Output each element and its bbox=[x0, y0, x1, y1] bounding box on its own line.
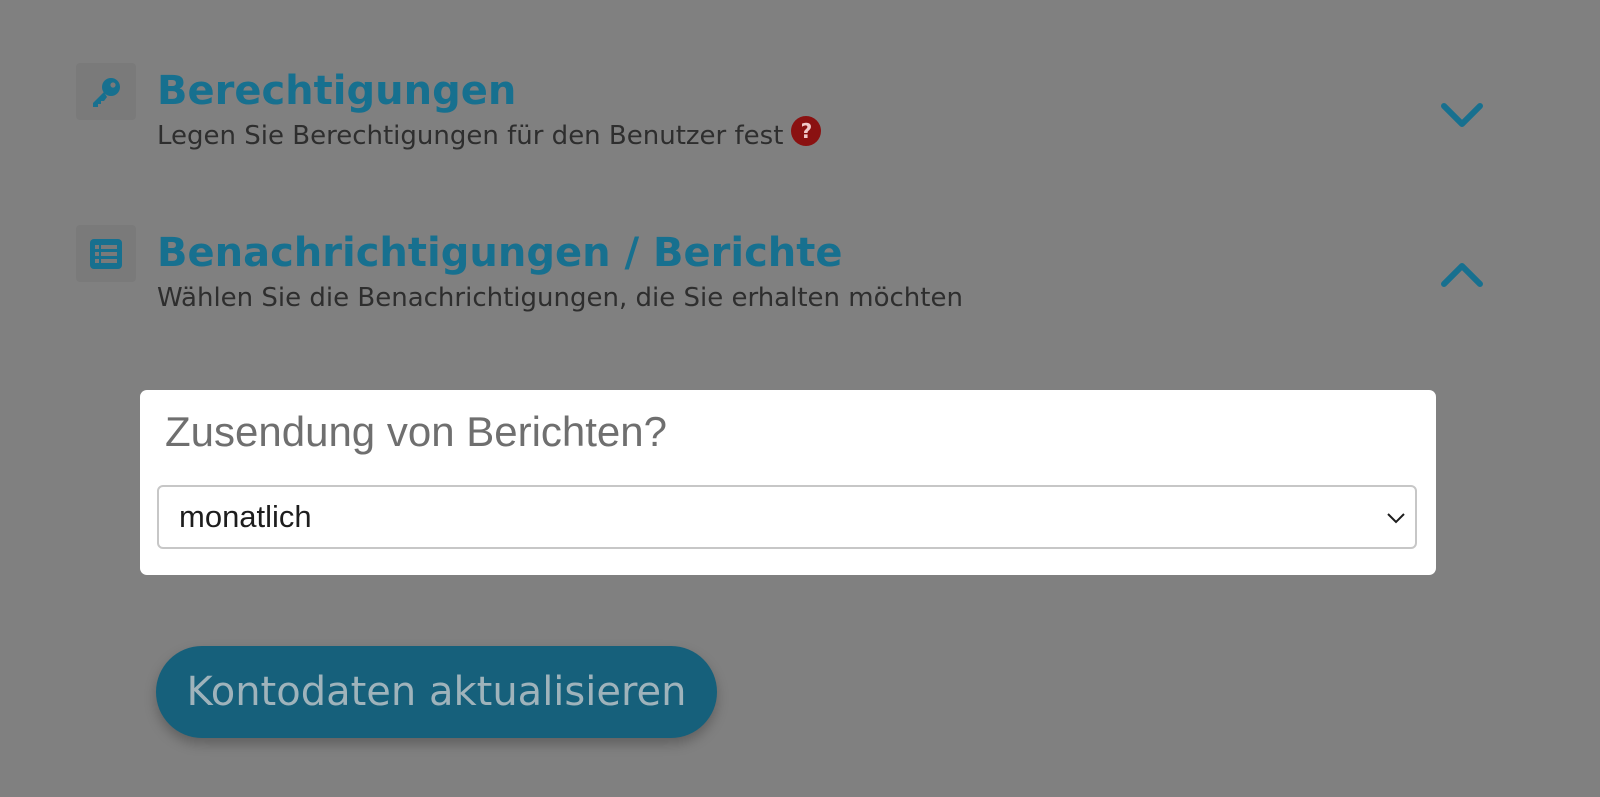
permissions-title: Berechtigungen bbox=[157, 68, 517, 114]
permissions-subtitle: Legen Sie Berechtigungen für den Benutze… bbox=[157, 116, 822, 151]
permissions-subtitle-text: Legen Sie Berechtigungen für den Benutze… bbox=[157, 121, 784, 151]
notifications-section: Benachrichtigungen / Berichte Wählen Sie… bbox=[76, 225, 1486, 325]
list-icon bbox=[76, 225, 136, 282]
notifications-subtitle: Wählen Sie die Benachrichtigungen, die S… bbox=[157, 283, 963, 313]
notifications-subtitle-text: Wählen Sie die Benachrichtigungen, die S… bbox=[157, 283, 963, 313]
chevron-down-icon bbox=[1387, 513, 1405, 524]
report-frequency-select[interactable]: monatlich bbox=[157, 485, 1417, 549]
update-account-button[interactable]: Kontodaten aktualisieren bbox=[156, 646, 717, 738]
expand-permissions-toggle[interactable] bbox=[1438, 91, 1486, 139]
chevron-up-icon bbox=[1441, 263, 1483, 287]
report-frequency-value: monatlich bbox=[179, 499, 312, 534]
report-settings-card: Zusendung von Berichten? monatlich bbox=[140, 390, 1436, 575]
key-icon bbox=[76, 63, 136, 120]
help-icon[interactable]: ? bbox=[791, 116, 822, 146]
collapse-notifications-toggle[interactable] bbox=[1438, 251, 1486, 299]
permissions-section: Berechtigungen Legen Sie Berechtigungen … bbox=[76, 63, 1486, 163]
notifications-title: Benachrichtigungen / Berichte bbox=[157, 230, 843, 276]
page: Berechtigungen Legen Sie Berechtigungen … bbox=[0, 0, 1600, 797]
report-frequency-label: Zusendung von Berichten? bbox=[165, 408, 668, 455]
chevron-down-icon bbox=[1441, 103, 1483, 127]
